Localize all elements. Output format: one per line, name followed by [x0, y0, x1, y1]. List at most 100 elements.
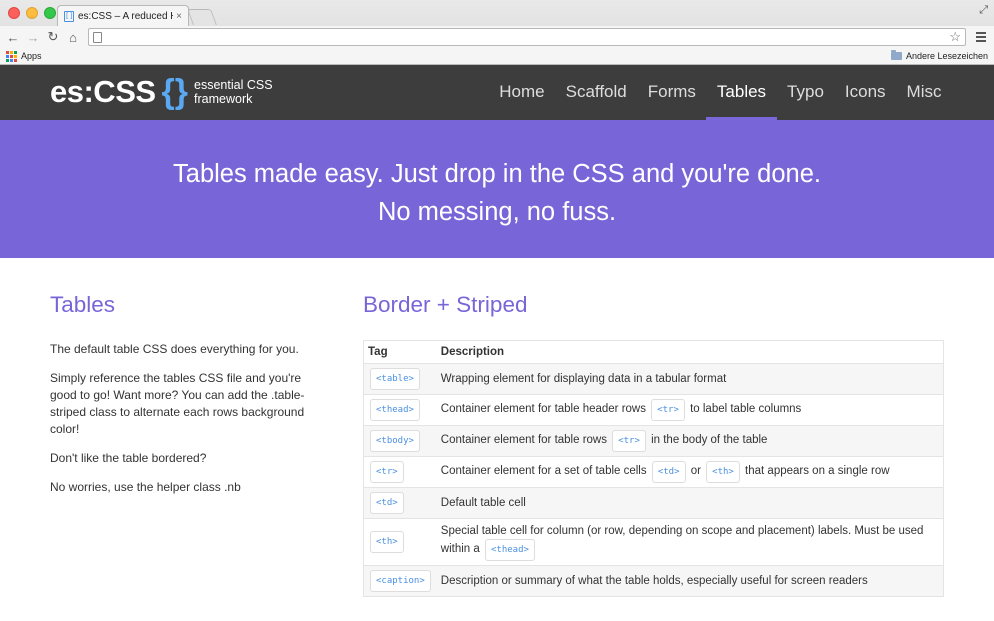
- back-icon[interactable]: ←: [4, 28, 22, 46]
- hero-line1: Tables made easy. Just drop in the CSS a…: [173, 160, 821, 188]
- page-icon: [93, 31, 102, 43]
- tag-cell: <tbody>: [363, 425, 437, 457]
- column-header-description: Description: [436, 340, 944, 364]
- description-cell: Container element for table rows <tr> in…: [436, 425, 944, 457]
- logo-tagline-line1: essential CSS: [194, 78, 273, 92]
- row-description: Wrapping element for displaying data in …: [440, 373, 727, 385]
- tab-bar: [] es:CSS – A reduced HTML5 × ⤢: [0, 0, 994, 26]
- other-bookmarks[interactable]: Andere Lesezeichen: [890, 50, 988, 61]
- folder-icon: [890, 50, 902, 60]
- hero-line2: No messing, no fuss.: [377, 198, 617, 226]
- nav-links: Home Scaffold Forms Tables Typo Icons Mi…: [489, 65, 952, 120]
- browser-chrome: [] es:CSS – A reduced HTML5 × ⤢ ← → ↻ ⌂ …: [0, 0, 994, 65]
- site-logo[interactable]: es:CSS {} essential CSS framework: [50, 74, 273, 110]
- inline-code: <th>: [706, 461, 740, 483]
- description-cell: Description or summary of what the table…: [436, 565, 944, 597]
- site-navbar: es:CSS {} essential CSS framework Home S…: [0, 65, 994, 120]
- table-row: <thead> Container element for table heade…: [363, 394, 944, 426]
- nav-scaffold[interactable]: Scaffold: [555, 65, 637, 120]
- logo-brace-icon: {}: [161, 73, 189, 111]
- tag-code: <thead>: [370, 399, 420, 421]
- row-description: Container element for a set of table cel…: [440, 465, 647, 477]
- menu-icon[interactable]: [972, 28, 990, 46]
- sidebar-paragraph: No worries, use the helper class .nb: [50, 480, 241, 494]
- logo-tagline: essential CSS framework: [194, 78, 273, 106]
- browser-toolbar: ← → ↻ ⌂ ☆: [0, 26, 994, 48]
- tag-cell: <table>: [363, 363, 437, 395]
- tab-close-icon[interactable]: ×: [176, 11, 182, 22]
- tag-code: <tbody>: [370, 430, 420, 452]
- browser-tab[interactable]: [] es:CSS – A reduced HTML5 ×: [57, 5, 189, 26]
- nav-tables[interactable]: Tables: [706, 65, 777, 120]
- row-description-cont: or: [690, 465, 701, 477]
- column-header-tag: Tag: [363, 340, 437, 364]
- sidebar-paragraph: Simply reference the tables CSS file and…: [50, 371, 305, 436]
- description-cell: Container element for a set of table cel…: [436, 456, 944, 488]
- logo-tagline-line2: framework: [194, 92, 253, 106]
- tag-cell: <thead>: [363, 394, 437, 426]
- table-row: <td> Default table cell: [363, 487, 944, 519]
- home-icon[interactable]: ⌂: [64, 28, 82, 46]
- inline-code: <tr>: [612, 430, 646, 452]
- sidebar-paragraph: Don't like the table bordered?: [50, 451, 207, 465]
- tag-cell: <tr>: [363, 456, 437, 488]
- main-section: Border + Striped Tag Description <table>…: [363, 292, 944, 597]
- nav-icons[interactable]: Icons: [834, 65, 896, 120]
- forward-icon[interactable]: →: [24, 28, 42, 46]
- tag-cell: <caption>: [363, 565, 437, 597]
- tag-cell: <td>: [363, 487, 437, 519]
- tag-code: <th>: [370, 531, 404, 553]
- inline-code: <td>: [651, 461, 686, 483]
- sidebar-paragraph: The default table CSS does everything fo…: [50, 342, 299, 356]
- row-description-cont: in the body of the table: [651, 434, 768, 446]
- page-content: Tables The default table CSS does everyt…: [0, 258, 994, 621]
- table-row: <table> Wrapping element for displaying d…: [363, 363, 944, 395]
- apps-icon: [6, 50, 17, 62]
- close-window-button[interactable]: [8, 7, 20, 19]
- apps-bookmark[interactable]: Apps: [21, 51, 42, 61]
- reload-icon[interactable]: ↻: [44, 28, 62, 46]
- tag-cell: <th>: [363, 518, 437, 566]
- table-row: <th> Special table cell for column (or ro…: [363, 518, 944, 566]
- table-row: <tr> Container element for a set of table…: [363, 456, 944, 488]
- favicon-icon: []: [64, 10, 74, 22]
- logo-text: es:CSS: [50, 74, 156, 109]
- row-description-end: that appears on a single row: [745, 465, 890, 477]
- row-description: Container element for table rows: [440, 434, 607, 446]
- nav-forms[interactable]: Forms: [637, 65, 706, 120]
- tag-code: <td>: [370, 492, 404, 514]
- row-description: Description or summary of what the table…: [440, 575, 868, 587]
- inline-code: <tr>: [651, 399, 685, 421]
- sidebar-title: Tables: [50, 292, 116, 317]
- address-bar[interactable]: ☆: [88, 28, 966, 46]
- description-cell: Container element for table header rows …: [436, 394, 944, 426]
- description-cell: Wrapping element for displaying data in …: [436, 363, 944, 395]
- tag-code: <caption>: [370, 570, 431, 592]
- fullscreen-icon[interactable]: ⤢: [979, 4, 988, 17]
- description-cell: Default table cell: [436, 487, 944, 519]
- table-row: <caption> Description or summary of what …: [363, 565, 944, 597]
- tag-code: <table>: [370, 368, 420, 390]
- zoom-window-button[interactable]: [44, 7, 56, 19]
- new-tab-button[interactable]: [187, 9, 217, 25]
- sidebar: Tables The default table CSS does everyt…: [50, 292, 325, 508]
- hero-banner: Tables made easy. Just drop in the CSS a…: [0, 120, 994, 258]
- minimize-window-button[interactable]: [26, 7, 38, 19]
- row-description: Default table cell: [440, 497, 526, 509]
- window-controls: [8, 7, 56, 19]
- tag-code: <tr>: [370, 461, 404, 483]
- nav-misc[interactable]: Misc: [896, 65, 952, 120]
- nav-home[interactable]: Home: [489, 65, 555, 120]
- bookmarks-bar: Apps Andere Lesezeichen: [0, 48, 994, 64]
- bookmark-star-icon[interactable]: ☆: [949, 29, 961, 45]
- table-row: <tbody> Container element for table rows …: [363, 425, 944, 457]
- tab-title: es:CSS – A reduced HTML5: [78, 10, 173, 22]
- other-bookmarks-label: Andere Lesezeichen: [905, 51, 988, 61]
- row-description-cont: to label table columns: [690, 403, 802, 415]
- inline-code: <thead>: [484, 539, 535, 561]
- description-cell: Special table cell for column (or row, d…: [436, 518, 944, 566]
- section-title: Border + Striped: [363, 292, 528, 317]
- row-description: Container element for table header rows: [440, 403, 646, 415]
- nav-typo[interactable]: Typo: [777, 65, 835, 120]
- tags-table: Tag Description <table> Wrapping element …: [363, 340, 944, 597]
